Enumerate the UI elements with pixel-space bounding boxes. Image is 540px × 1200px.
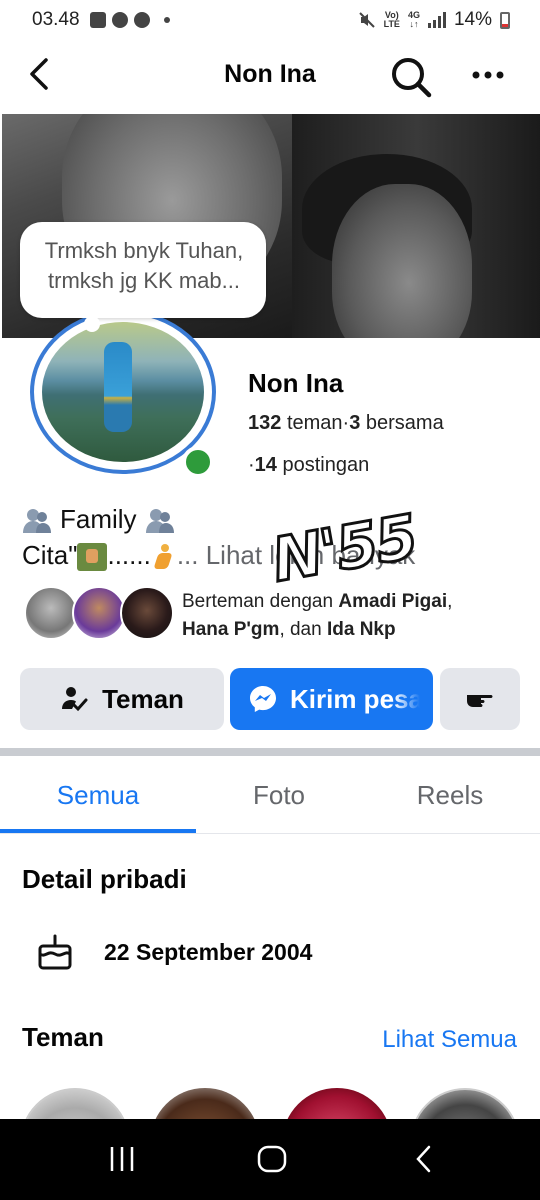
cover-face-right [332, 184, 472, 338]
profile-note-bubble[interactable]: Trmksh bnyk Tuhan, trmksh jg KK mab... [20, 222, 266, 318]
posts-label: postingan [282, 454, 370, 476]
mutual-friend-avatar [120, 586, 174, 640]
bio-line-1: Family [22, 504, 175, 535]
bio-dots: ...... [107, 540, 151, 570]
teacher-icon [77, 543, 108, 572]
whatsapp-icon [111, 12, 128, 28]
home-icon [257, 1145, 287, 1173]
search-button[interactable] [388, 54, 434, 100]
see-all-friends-link[interactable]: Lihat Semua [382, 1026, 517, 1054]
friends-count: 132 [248, 412, 282, 434]
status-right: Vo) LTE 4G ↓↑ 14% [358, 9, 510, 31]
more-options-button[interactable] [468, 58, 508, 92]
profile-picture-person [104, 342, 132, 432]
mutual-friend-avatar [72, 586, 126, 640]
mutual-label: bersama [365, 412, 444, 434]
profile-picture-image [42, 322, 204, 462]
back-button[interactable] [26, 56, 56, 92]
friends-stats[interactable]: 132 teman·3 bersama [248, 412, 444, 435]
people-icon [145, 507, 175, 533]
top-app-bar: Non Ina [0, 44, 540, 106]
mutual-friends-avatars[interactable] [24, 586, 176, 640]
status-time: 03.48 [32, 9, 80, 30]
birthday-row: 22 September 2004 [36, 932, 312, 972]
hand-point-icon [467, 695, 493, 707]
gallery-icon [89, 12, 106, 28]
personal-details-title: Detail pribadi [22, 864, 187, 894]
more-dots-icon [472, 71, 504, 79]
system-back-button[interactable] [394, 1139, 454, 1179]
friends-button[interactable]: Teman [20, 668, 224, 730]
battery-percent: 14% [453, 9, 492, 30]
friends-button-label: Teman [102, 683, 184, 714]
recent-apps-icon [110, 1147, 134, 1171]
network-gen-indicator: 4G ↓↑ [407, 10, 420, 29]
birthday-text: 22 September 2004 [104, 938, 313, 965]
note-bubble-tail [84, 316, 100, 332]
posts-stats: ·14 postingan [248, 454, 370, 476]
system-back-icon [416, 1145, 431, 1173]
mutual-friend-name-2: Hana P'gm [182, 619, 280, 640]
recent-apps-button[interactable] [92, 1139, 152, 1179]
chat-icon [133, 12, 150, 28]
mutual-friend-avatar [24, 586, 78, 640]
mute-icon [358, 12, 375, 28]
send-message-button[interactable]: Kirim pesan [230, 668, 433, 730]
dot-icon [163, 17, 170, 23]
active-tab-indicator [0, 829, 196, 833]
section-divider [0, 748, 540, 756]
mutual-friend-name-3: Ida Nkp [326, 619, 396, 640]
signal-icon [427, 12, 446, 28]
back-arrow-icon [30, 58, 48, 90]
volte-indicator: Vo) LTE [383, 10, 400, 29]
notification-icons [89, 12, 170, 28]
mutual-friends-text[interactable]: Berteman dengan Amadi Pigai, Hana P'gm, d… [182, 588, 532, 644]
tab-foto[interactable]: Foto [186, 756, 372, 834]
mutual-count: 3 [349, 412, 361, 434]
messenger-icon [250, 686, 276, 712]
bio-family-text: Family [60, 504, 137, 534]
search-icon [392, 58, 432, 98]
friend-check-icon [62, 687, 88, 712]
status-bar: 03.48 Vo) LTE 4G ↓↑ 14% [0, 0, 540, 40]
tab-semua[interactable]: Semua [0, 756, 196, 834]
profile-name: Non Ina [248, 368, 344, 398]
online-status-dot [182, 446, 214, 478]
runner-icon [151, 542, 177, 572]
mutual-friend-name-1: Amadi Pigai [338, 591, 448, 612]
posts-count: 14 [254, 454, 277, 476]
send-message-label: Kirim pesan [290, 683, 420, 714]
people-icon [22, 507, 52, 533]
profile-tabs: Semua Foto Reels [0, 756, 540, 834]
page-title: Non Ina [224, 60, 316, 88]
battery-icon [500, 11, 510, 29]
friends-section-title: Teman [22, 1022, 104, 1052]
birthday-cake-icon [38, 934, 72, 970]
more-actions-button[interactable] [440, 668, 520, 730]
watermark-text: N'55 [266, 501, 423, 598]
system-navigation-bar [0, 1119, 540, 1200]
bio-cita-text: Cita" [22, 540, 78, 570]
friends-label: teman [286, 412, 343, 434]
home-button[interactable] [242, 1139, 302, 1179]
profile-note-text: Trmksh bnyk Tuhan, trmksh jg KK mab... [44, 238, 244, 293]
tab-reels[interactable]: Reels [360, 756, 540, 834]
